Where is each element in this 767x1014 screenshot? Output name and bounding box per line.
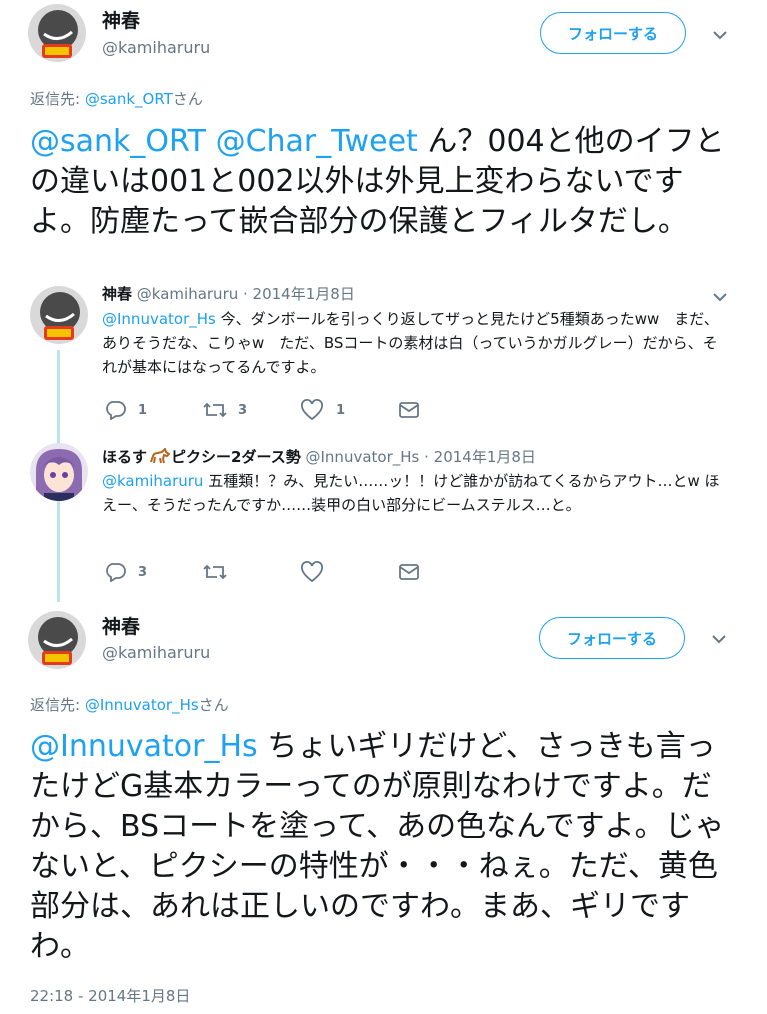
tweet-actions: 3 <box>104 561 420 583</box>
avatar[interactable] <box>30 443 88 501</box>
user-handle[interactable]: @kamiharuru <box>102 643 210 662</box>
follow-button[interactable]: フォローする <box>539 617 685 659</box>
tweet-text: @Innuvator_Hs ちょいギリだけど、さっきも言ったけどG基本カラーって… <box>30 727 730 967</box>
user-handle[interactable]: @kamiharuru <box>102 38 210 57</box>
retweet-count: 3 <box>238 402 248 418</box>
avatar[interactable] <box>28 611 86 669</box>
envelope-icon <box>399 564 419 580</box>
reply-text: @Innuvator_Hs 今、ダンボールを引っくり返してザっと見たけど5種類あ… <box>102 307 722 379</box>
mention-link[interactable]: @Char_Tweet <box>216 124 418 159</box>
message-button[interactable] <box>398 401 420 419</box>
heart-icon <box>301 399 323 421</box>
user-name[interactable]: ほるす <box>102 448 147 466</box>
like-button[interactable]: 1 <box>300 399 398 421</box>
reply-icon <box>106 401 126 420</box>
message-button[interactable] <box>398 563 420 581</box>
user-name-suffix[interactable]: ピクシー2ダース勢 <box>171 448 301 466</box>
reply-to-link[interactable]: @sank_ORT <box>85 90 173 108</box>
reply-to-suffix: さん <box>172 90 203 108</box>
reply-icon <box>106 563 126 582</box>
reply-text: @kamiharuru 五種類！？み、見たい……ッ！！けど誰かが訪ねてくるからア… <box>102 469 722 517</box>
avatar[interactable] <box>28 4 86 62</box>
retweet-button[interactable] <box>202 562 300 582</box>
reply-header: 神春 @kamiharuru · 2014年1月8日 <box>102 283 355 304</box>
retweet-icon <box>203 564 227 580</box>
follow-button[interactable]: フォローする <box>540 12 686 54</box>
chevron-down-icon[interactable] <box>712 30 728 40</box>
retweet-button[interactable]: 3 <box>202 400 300 420</box>
chevron-down-icon[interactable] <box>711 634 727 644</box>
tweet-body: ちょいギリだけど、さっきも言ったけどG基本カラーってのが原則なわけですよ。だから… <box>30 729 725 964</box>
reply-count: 1 <box>138 402 148 418</box>
retweet-icon <box>203 402 227 418</box>
reply-to: 返信先: @sank_ORTさん <box>30 88 203 109</box>
tweet-text: @sank_ORT @Char_Tweet ん？004と他のイフとの違いは001… <box>30 122 740 242</box>
reply-count: 3 <box>138 564 148 580</box>
mention-link[interactable]: @Innuvator_Hs <box>30 729 258 764</box>
reply-button[interactable]: 3 <box>104 562 202 582</box>
reply-to-prefix: 返信先: <box>30 90 85 108</box>
horse-icon <box>150 447 171 464</box>
envelope-icon <box>399 402 419 418</box>
reply-to-prefix: 返信先: <box>30 696 85 714</box>
mention-link[interactable]: @kamiharuru <box>102 472 203 490</box>
tweet-actions: 1 3 1 <box>104 399 420 421</box>
like-count: 1 <box>336 402 346 418</box>
tweet-date[interactable]: · 2014年1月8日 <box>238 285 355 303</box>
reply-to-suffix: さん <box>198 696 229 714</box>
chevron-down-icon[interactable] <box>712 292 728 302</box>
mention-link[interactable]: @Innuvator_Hs <box>102 310 216 328</box>
reply-header: ほるす ピクシー2ダース勢 @Innuvator_Hs · 2014年1月8日 <box>102 446 536 467</box>
user-handle[interactable]: @Innuvator_Hs <box>306 448 420 466</box>
tweet-date[interactable]: · 2014年1月8日 <box>419 448 536 466</box>
reply-to: 返信先: @Innuvator_Hsさん <box>30 694 229 715</box>
avatar[interactable] <box>30 286 88 344</box>
mention-link[interactable]: @sank_ORT <box>30 124 206 159</box>
user-handle[interactable]: @kamiharuru <box>137 285 238 303</box>
like-button[interactable] <box>300 561 398 583</box>
tweet-timestamp[interactable]: 22:18 - 2014年1月8日 <box>30 985 190 1006</box>
user-name[interactable]: 神春 <box>102 285 132 303</box>
reply-button[interactable]: 1 <box>104 400 202 420</box>
user-name[interactable]: 神春 <box>102 612 140 639</box>
heart-icon <box>301 561 323 583</box>
user-name[interactable]: 神春 <box>102 6 140 33</box>
reply-to-link[interactable]: @Innuvator_Hs <box>85 696 199 714</box>
